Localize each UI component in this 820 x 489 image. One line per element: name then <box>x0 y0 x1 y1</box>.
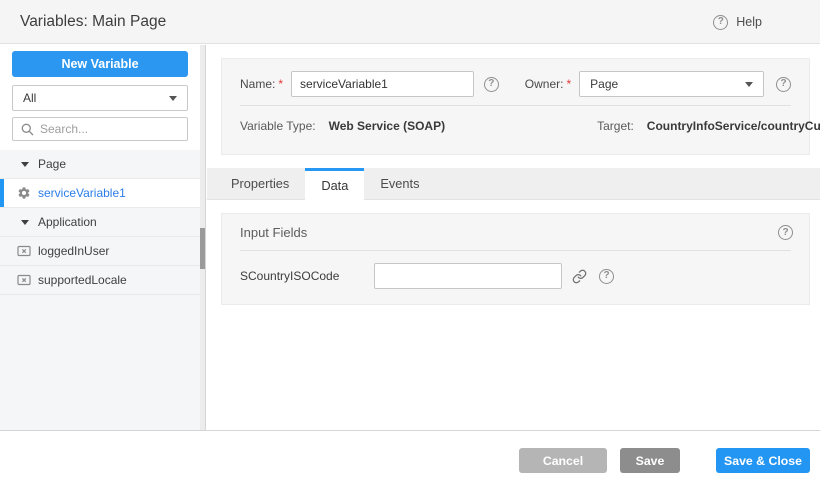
divider <box>240 105 791 106</box>
search-box[interactable] <box>12 117 188 141</box>
sidebar-scrollbar-thumb[interactable] <box>200 228 205 269</box>
owner-help-icon[interactable] <box>776 77 791 92</box>
bind-link-button[interactable] <box>572 269 587 284</box>
variables-sidebar: New Variable All Page serviceVariable1 <box>0 45 206 430</box>
web-service-gear-icon <box>17 186 31 200</box>
owner-select[interactable]: Page <box>579 71 764 97</box>
header-bar: Variables: Main Page Help <box>0 0 820 44</box>
chevron-down-icon <box>745 82 753 87</box>
input-fields-title: Input Fields <box>240 225 307 240</box>
filter-select-value: All <box>23 91 36 105</box>
name-label: Name:* <box>240 77 283 91</box>
required-asterisk: * <box>278 77 283 91</box>
tab-properties[interactable]: Properties <box>215 168 305 199</box>
field-label: SCountryISOCode <box>240 269 374 283</box>
variable-type-label: Variable Type: <box>240 119 316 133</box>
new-variable-button[interactable]: New Variable <box>12 51 188 77</box>
type-target-row: Variable Type: Web Service (SOAP) Target… <box>240 119 791 133</box>
save-button[interactable]: Save <box>620 448 680 473</box>
footer-bar: Cancel Save Save & Close <box>0 431 820 489</box>
variable-type-value: Web Service (SOAP) <box>329 119 445 133</box>
required-asterisk: * <box>566 77 571 91</box>
tab-events[interactable]: Events <box>364 168 435 199</box>
sidebar-item-supportedlocale[interactable]: supportedLocale <box>0 266 200 295</box>
group-label: Application <box>38 215 97 229</box>
sidebar-scrollbar-track <box>200 45 205 430</box>
field-help-icon[interactable] <box>599 269 614 284</box>
cancel-button[interactable]: Cancel <box>519 448 607 473</box>
tab-data[interactable]: Data <box>305 168 364 200</box>
chevron-down-icon <box>169 96 177 101</box>
detail-tabs: Properties Data Events <box>207 168 820 200</box>
variables-dialog: Variables: Main Page Help New Variable A… <box>0 0 820 489</box>
help-icon <box>713 15 728 30</box>
tree-item-label: supportedLocale <box>38 273 127 287</box>
field-row: SCountryISOCode <box>240 263 791 289</box>
owner-label: Owner:* <box>525 77 571 91</box>
sidebar-group-page[interactable]: Page <box>0 150 200 179</box>
input-fields-header: Input Fields <box>240 225 793 240</box>
input-fields-card: Input Fields SCountryISOCode <box>221 213 810 305</box>
search-icon <box>21 123 34 136</box>
target-value: CountryInfoService/countryCurrency <box>647 119 820 133</box>
name-help-icon[interactable] <box>484 77 499 92</box>
expand-caret-icon <box>21 220 29 225</box>
group-label: Page <box>38 157 66 171</box>
filter-select[interactable]: All <box>12 85 188 111</box>
help-link[interactable]: Help <box>713 0 762 44</box>
target-label: Target: <box>597 119 634 133</box>
name-input[interactable] <box>291 71 474 97</box>
divider <box>240 250 791 251</box>
search-input[interactable] <box>40 122 179 136</box>
variable-detail-panel: Name:* Owner:* Page Variable Type: Web S… <box>207 45 820 430</box>
sidebar-item-loggedinuser[interactable]: loggedInUser <box>0 237 200 266</box>
field-value-input[interactable] <box>374 263 562 289</box>
save-and-close-button[interactable]: Save & Close <box>716 448 810 473</box>
help-label: Help <box>736 15 762 29</box>
tree-item-label: serviceVariable1 <box>38 186 126 200</box>
owner-select-value: Page <box>590 77 618 91</box>
expand-caret-icon <box>21 162 29 167</box>
variables-tree: Page serviceVariable1 Application logged… <box>0 150 200 430</box>
tree-item-label: loggedInUser <box>38 244 109 258</box>
variable-icon <box>17 273 31 287</box>
sidebar-group-application[interactable]: Application <box>0 208 200 237</box>
variable-summary-card: Name:* Owner:* Page Variable Type: Web S… <box>221 58 810 155</box>
name-owner-row: Name:* Owner:* Page <box>240 71 791 97</box>
link-icon <box>572 269 587 284</box>
variable-icon <box>17 244 31 258</box>
input-fields-help-icon[interactable] <box>778 225 793 240</box>
page-title: Variables: Main Page <box>20 0 166 44</box>
sidebar-item-servicevariable1[interactable]: serviceVariable1 <box>0 179 200 208</box>
